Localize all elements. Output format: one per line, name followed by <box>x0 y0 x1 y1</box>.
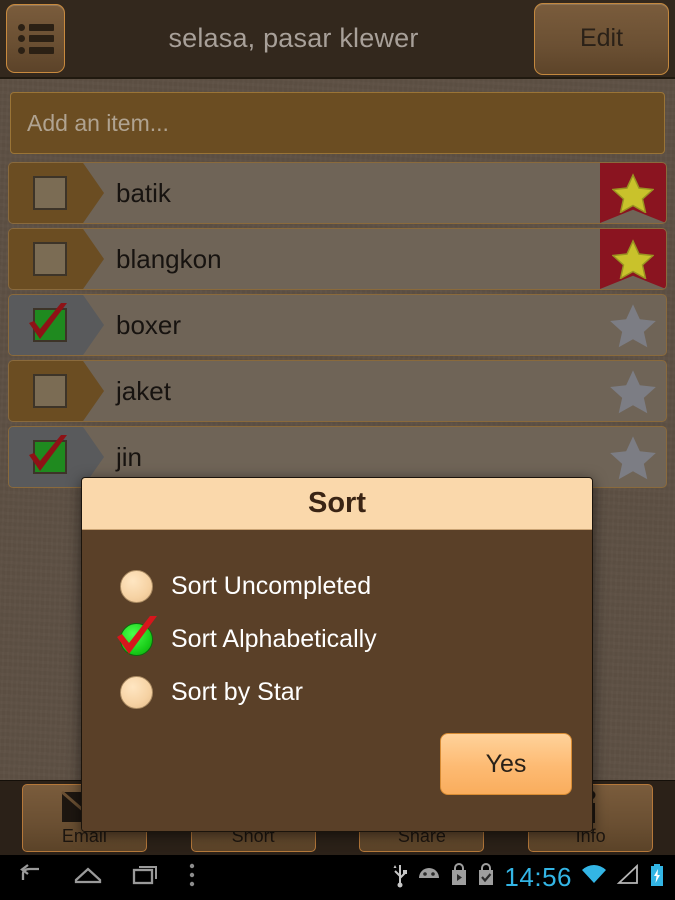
item-checkbox[interactable] <box>9 229 104 289</box>
add-item-input[interactable] <box>10 92 665 154</box>
star-filled-icon <box>612 239 654 279</box>
android-debug-icon <box>417 865 441 890</box>
radio-button[interactable] <box>120 570 153 603</box>
confirm-yes-button[interactable]: Yes <box>440 733 572 795</box>
app-header: selasa, pasar klewer Edit <box>0 0 675 79</box>
radio-button[interactable] <box>117 616 157 656</box>
nav-status-group: 14:56 <box>392 862 675 893</box>
item-list: batik blangkon boxer jaket jin <box>0 162 675 492</box>
usb-icon <box>392 862 408 893</box>
list-item[interactable]: jaket <box>8 360 667 422</box>
sort-option-label: Sort Uncompleted <box>171 572 372 600</box>
star-filled-icon <box>612 173 654 213</box>
item-star-toggle[interactable] <box>600 295 666 355</box>
star-outline-icon <box>610 304 656 348</box>
item-label: batik <box>116 177 171 208</box>
item-checkbox[interactable] <box>9 163 104 223</box>
check-tick-icon <box>28 303 67 339</box>
check-tick-icon <box>28 435 67 471</box>
checked-bag-icon <box>477 863 495 892</box>
item-star-toggle[interactable] <box>600 163 666 223</box>
list-item[interactable]: boxer <box>8 294 667 356</box>
android-navigation-bar: 14:56 <box>0 855 675 900</box>
recent-apps-icon[interactable] <box>132 864 158 891</box>
list-item[interactable]: batik <box>8 162 667 224</box>
item-star-toggle[interactable] <box>600 427 666 487</box>
dialog-title: Sort <box>82 478 592 530</box>
item-checkbox[interactable] <box>9 361 104 421</box>
battery-charging-icon <box>649 863 665 892</box>
sort-option-label: Sort Alphabetically <box>171 625 377 653</box>
back-arrow-icon[interactable] <box>18 864 44 891</box>
sort-option[interactable]: Sort Uncompleted <box>82 560 592 613</box>
status-clock: 14:56 <box>504 862 572 892</box>
item-label: jaket <box>116 375 171 406</box>
radio-tick-icon <box>117 616 157 654</box>
item-star-toggle[interactable] <box>600 229 666 289</box>
signal-icon <box>616 863 640 891</box>
star-outline-icon <box>610 436 656 480</box>
list-menu-icon <box>17 23 54 54</box>
item-label: blangkon <box>116 243 222 274</box>
overflow-menu-icon[interactable] <box>188 862 196 893</box>
nav-left-group <box>0 862 196 893</box>
page-title: selasa, pasar klewer <box>168 23 419 53</box>
dialog-body: Sort Uncompleted Sort Alphabetically Sort … <box>82 530 592 831</box>
sort-option[interactable]: Sort Alphabetically <box>82 613 592 666</box>
item-checkbox[interactable] <box>9 295 104 355</box>
add-item-container <box>0 79 675 162</box>
edit-button[interactable]: Edit <box>534 2 669 75</box>
wifi-icon <box>581 864 607 891</box>
sort-option[interactable]: Sort by Star <box>82 666 592 719</box>
sort-option-label: Sort by Star <box>171 678 303 706</box>
star-outline-icon <box>610 370 656 414</box>
item-star-toggle[interactable] <box>600 361 666 421</box>
sort-dialog: Sort Sort Uncompleted Sort Alphabetically… <box>81 477 593 832</box>
radio-button[interactable] <box>120 676 153 709</box>
list-item[interactable]: blangkon <box>8 228 667 290</box>
item-label: boxer <box>116 309 182 340</box>
dialog-actions: Yes <box>82 719 592 813</box>
play-store-icon <box>450 863 468 892</box>
home-icon[interactable] <box>74 864 102 891</box>
